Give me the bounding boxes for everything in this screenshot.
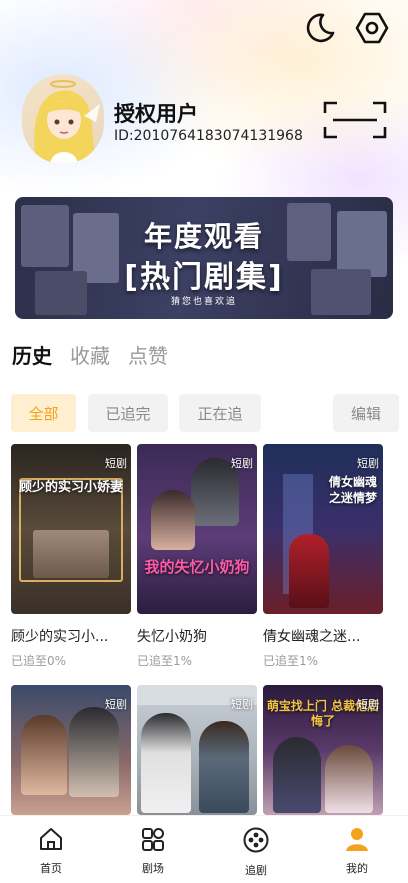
home-icon [38, 826, 64, 856]
promo-banner[interactable]: 年度观看 [热门剧集] 猜您也喜欢追 [15, 197, 393, 319]
theater-icon [140, 826, 166, 856]
user-id: ID:2010764183074131968 [114, 128, 303, 144]
moon-icon[interactable] [300, 8, 340, 48]
filter-watching[interactable]: 正在追 [179, 394, 261, 432]
nav-label: 剧场 [142, 862, 164, 875]
profile-icon [344, 826, 370, 856]
collection-tabs: 历史 收藏 点赞 [12, 340, 168, 369]
scan-icon[interactable] [322, 100, 388, 140]
drama-tag: 短剧 [231, 698, 253, 711]
poster-title-art: 倩女幽魂之迷情梦 [328, 475, 377, 505]
poster-title-art: 顾少的实习小娇妻 [18, 480, 123, 495]
nav-theater[interactable]: 剧场 [123, 826, 183, 876]
drama-tag: 短剧 [105, 698, 127, 711]
nav-label: 追剧 [245, 864, 267, 877]
drama-tag: 短剧 [357, 698, 379, 711]
settings-icon[interactable] [352, 8, 392, 48]
drama-progress: 已追至1% [137, 654, 193, 668]
banner-subtitle: 猜您也喜欢追 [170, 297, 237, 307]
banner-title-secondary: [热门剧集] [124, 260, 284, 295]
drama-title: 倩女幽魂之迷... [263, 629, 361, 645]
drama-tag: 短剧 [357, 457, 379, 470]
drama-poster: 顾少的实习小娇妻 短剧 [11, 444, 131, 614]
filter-finished[interactable]: 已追完 [88, 394, 168, 432]
nav-label: 首页 [40, 862, 62, 875]
drama-tag: 短剧 [105, 457, 127, 470]
username: 授权用户 [114, 102, 198, 126]
edit-button[interactable]: 编辑 [333, 394, 399, 432]
tab-history[interactable]: 历史 [12, 340, 52, 369]
drama-card[interactable]: 短剧 [137, 685, 257, 815]
nav-home[interactable]: 首页 [21, 826, 81, 876]
drama-poster: 短剧 [137, 685, 257, 815]
drama-poster: 倩女幽魂之迷情梦 短剧 [263, 444, 383, 614]
drama-poster: 短剧 [11, 685, 131, 815]
poster-title-art: 我的失忆小奶狗 [144, 558, 250, 576]
tab-favorites[interactable]: 收藏 [70, 340, 110, 369]
bottom-navigation: 首页 剧场 追剧 我的 [0, 815, 408, 883]
nav-label: 我的 [346, 862, 368, 875]
drama-title: 失忆小奶狗 [137, 629, 207, 645]
drama-poster: 我的失忆小奶狗 短剧 [137, 444, 257, 614]
drama-progress: 已追至1% [263, 654, 319, 668]
drama-title: 顾少的实习小... [11, 629, 109, 645]
nav-profile[interactable]: 我的 [327, 826, 387, 876]
drama-card[interactable]: 我的失忆小奶狗 短剧 失忆小奶狗 已追至1% [137, 444, 257, 669]
filter-bar: 全部 已追完 正在追 编辑 [11, 394, 399, 432]
drama-card[interactable]: 倩女幽魂之迷情梦 短剧 倩女幽魂之迷... 已追至1% [263, 444, 383, 669]
drama-tag: 短剧 [231, 457, 253, 470]
follow-icon [242, 826, 270, 858]
drama-card[interactable]: 顾少的实习小娇妻 短剧 顾少的实习小... 已追至0% [11, 444, 131, 669]
filter-all[interactable]: 全部 [11, 394, 76, 432]
drama-poster: 萌宝找上门 总裁他后悔了 短剧 [263, 685, 383, 815]
drama-card[interactable]: 短剧 [11, 685, 131, 815]
banner-title: 年度观看 [143, 220, 264, 253]
drama-card[interactable]: 萌宝找上门 总裁他后悔了 短剧 [263, 685, 383, 815]
nav-follow[interactable]: 追剧 [226, 826, 286, 878]
avatar[interactable] [22, 74, 104, 164]
tab-likes[interactable]: 点赞 [128, 340, 168, 369]
drama-progress: 已追至0% [11, 654, 67, 668]
